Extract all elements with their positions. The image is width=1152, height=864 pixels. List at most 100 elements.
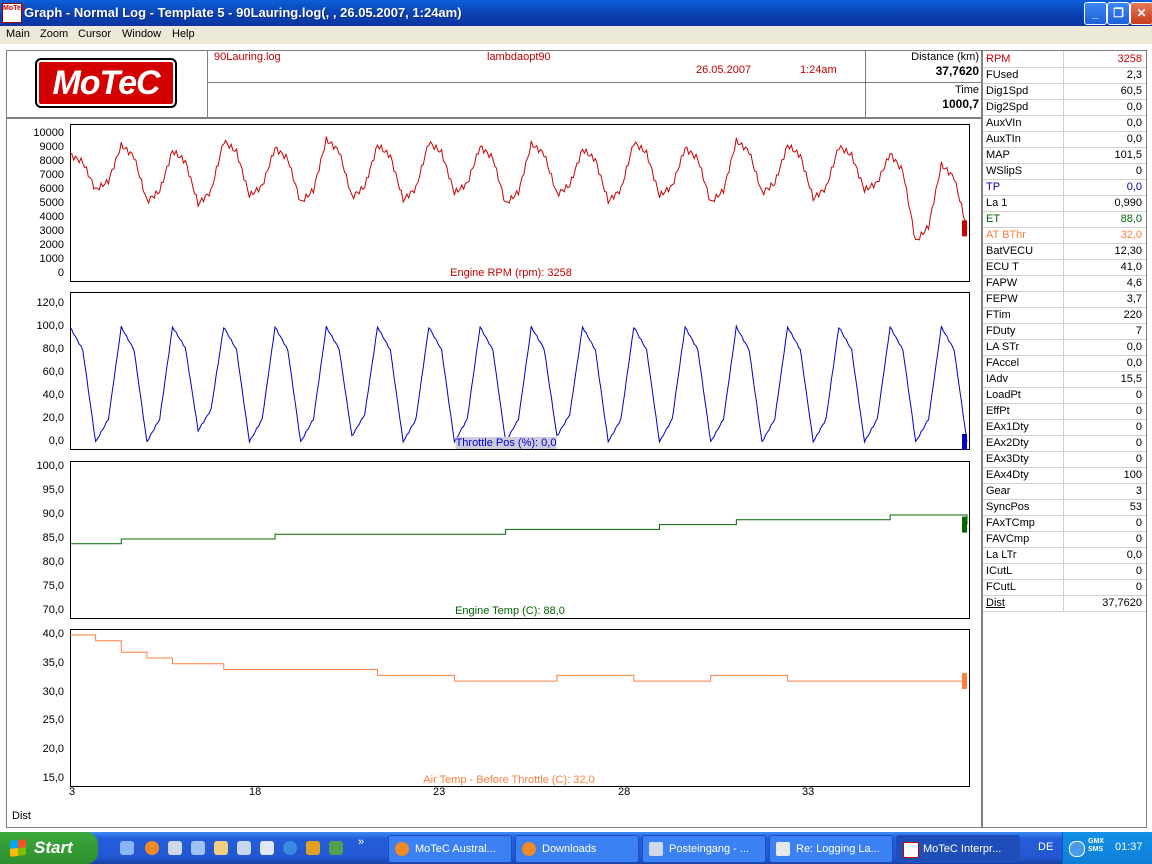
log-file-name: 90Lauring.log [214, 51, 281, 63]
channel-row-map[interactable]: MAP 101,5 [983, 147, 1146, 164]
channel-name: Dist [986, 597, 1005, 609]
channel-row-faxtcmp[interactable]: FAxTCmp 0 [983, 515, 1146, 532]
close-button[interactable]: ✕ [1130, 2, 1152, 25]
firefox-icon [395, 842, 409, 856]
gmx-sms-icon[interactable]: GMX SMS [1088, 838, 1108, 854]
y-tick-label: 90,0 [42, 508, 64, 520]
channel-row-icutl[interactable]: ICutL 0 [983, 563, 1146, 580]
taskbar-item-motec-australia[interactable]: MoTeC Austral... [388, 835, 512, 863]
channel-row-dig2spd[interactable]: Dig2Spd 0,0 [983, 99, 1146, 116]
channel-name: SyncPos [986, 501, 1030, 513]
air-temp-panel[interactable] [70, 629, 970, 787]
channel-list[interactable]: RPM 3258 FUsed 2,3 Dig1Spd 60,5 Dig2Spd 0,0 AuxV… [982, 50, 1147, 828]
quicklaunch-icon[interactable] [260, 841, 274, 855]
channel-row-la-str[interactable]: LA STr 0,0 [983, 339, 1146, 356]
y-tick-label: 40,0 [42, 628, 64, 640]
y-tick-label: 20,0 [42, 743, 64, 756]
y-tick-label: 2000 [39, 239, 64, 251]
channel-row-wslips[interactable]: WSlipS 0 [983, 163, 1146, 180]
menu-zoom[interactable]: Zoom [40, 28, 68, 40]
quicklaunch-icon[interactable] [237, 841, 251, 855]
menu-main[interactable]: Main [6, 28, 30, 40]
show-desktop-icon[interactable] [120, 841, 134, 855]
y-tick-label: 80,0 [42, 343, 64, 355]
menu-bar: Main Zoom Cursor Window Help [0, 26, 1152, 44]
channel-row-effpt[interactable]: EffPt 0 [983, 403, 1146, 420]
quicklaunch-icon[interactable] [168, 841, 182, 855]
taskbar-item-posteingang[interactable]: Posteingang - ... [642, 835, 766, 863]
channel-row-la-1[interactable]: La 1 0,990 [983, 195, 1146, 212]
channel-row-at-bthr[interactable]: AT BThr 32,0 [983, 227, 1146, 244]
channel-row-dig1spd[interactable]: Dig1Spd 60,5 [983, 83, 1146, 100]
restore-button[interactable]: ❐ [1107, 2, 1130, 25]
quicklaunch-icon[interactable] [214, 841, 228, 855]
y-tick-label: 0,0 [48, 435, 64, 447]
throttle-panel[interactable] [70, 292, 970, 450]
channel-row-la-ltr[interactable]: La LTr 0,0 [983, 547, 1146, 564]
y-tick-label: 75,0 [42, 580, 64, 592]
channel-row-tp[interactable]: TP 0,0 [983, 179, 1146, 196]
channel-row-dist[interactable]: Dist 37,7620 [983, 595, 1146, 612]
channel-name: FUsed [986, 69, 1019, 81]
title-bar[interactable]: MoTeC Graph - Normal Log - Template 5 - … [0, 0, 1152, 26]
channel-row-fapw[interactable]: FAPW 4,6 [983, 275, 1146, 292]
tray-expand-icon[interactable] [1069, 841, 1085, 857]
system-tray: GMX SMS 01:37 [1062, 832, 1152, 864]
channel-value: 0 [1135, 421, 1142, 433]
channel-row-batvecu[interactable]: BatVECU 12,30 [983, 243, 1146, 260]
start-button[interactable]: Start [0, 832, 98, 864]
rpm-panel[interactable] [70, 124, 970, 282]
channel-value: 0,0 [1126, 181, 1142, 193]
taskbar-item-downloads[interactable]: Downloads [515, 835, 639, 863]
channel-row-fused[interactable]: FUsed 2,3 [983, 67, 1146, 84]
channel-row-eax2dty[interactable]: EAx2Dty 0 [983, 435, 1146, 452]
channel-row-ecu-t[interactable]: ECU T 41,0 [983, 259, 1146, 276]
motec-app-icon [903, 842, 919, 858]
channel-value: 0 [1135, 453, 1142, 465]
channel-row-ftim[interactable]: FTim 220 [983, 307, 1146, 324]
firefox-icon[interactable] [145, 841, 159, 855]
channel-row-fcutl[interactable]: FCutL 0 [983, 579, 1146, 596]
channel-row-gear[interactable]: Gear 3 [983, 483, 1146, 500]
y-tick-label: 0 [57, 267, 64, 279]
menu-window[interactable]: Window [122, 28, 161, 40]
channel-row-auxtin[interactable]: AuxTIn 0,0 [983, 131, 1146, 148]
channel-row-auxvin[interactable]: AuxVIn 0,0 [983, 115, 1146, 132]
taskbar-item-logging[interactable]: Re: Logging La... [769, 835, 893, 863]
channel-row-favcmp[interactable]: FAVCmp 0 [983, 531, 1146, 548]
taskbar-item-motec-interpreter[interactable]: MoTeC Interpr... [896, 835, 1020, 863]
engine-temp-panel[interactable] [70, 461, 970, 619]
channel-name: WSlipS [986, 165, 1023, 177]
language-indicator[interactable]: DE [1038, 841, 1053, 853]
quicklaunch-icon[interactable] [191, 841, 205, 855]
more-quicklaunch-icon[interactable]: » [358, 836, 364, 848]
channel-row-iadv[interactable]: IAdv 15,5 [983, 371, 1146, 388]
channel-name: EAx4Dty [986, 469, 1029, 481]
channel-value: 15,5 [1120, 373, 1142, 385]
internet-explorer-icon[interactable] [283, 841, 297, 855]
minimize-button[interactable]: _ [1084, 2, 1107, 25]
channel-row-fduty[interactable]: FDuty 7 [983, 323, 1146, 340]
channel-row-et[interactable]: ET 88,0 [983, 211, 1146, 228]
quicklaunch-icon[interactable] [329, 841, 343, 855]
channel-row-rpm[interactable]: RPM 3258 [983, 51, 1146, 68]
channel-row-loadpt[interactable]: LoadPt 0 [983, 387, 1146, 404]
menu-cursor[interactable]: Cursor [78, 28, 111, 40]
channel-value: 88,0 [1120, 213, 1142, 225]
distance-value: 37,7620 [935, 64, 979, 78]
channel-name: FEPW [986, 293, 1018, 305]
channel-value: 0,0 [1126, 357, 1142, 369]
channel-name: EAx3Dty [986, 453, 1029, 465]
channel-row-faccel[interactable]: FAccel 0,0 [983, 355, 1146, 372]
channel-row-eax1dty[interactable]: EAx1Dty 0 [983, 419, 1146, 436]
menu-help[interactable]: Help [172, 28, 195, 40]
channel-value: 0 [1135, 389, 1142, 401]
channel-row-eax4dty[interactable]: EAx4Dty 100 [983, 467, 1146, 484]
channel-row-fepw[interactable]: FEPW 3,7 [983, 291, 1146, 308]
channel-name: AuxVIn [986, 117, 1022, 129]
quicklaunch-icon[interactable] [306, 841, 320, 855]
channel-value: 0,0 [1126, 117, 1142, 129]
channel-row-syncpos[interactable]: SyncPos 53 [983, 499, 1146, 516]
y-tick-label: 10000 [33, 127, 64, 139]
channel-row-eax3dty[interactable]: EAx3Dty 0 [983, 451, 1146, 468]
